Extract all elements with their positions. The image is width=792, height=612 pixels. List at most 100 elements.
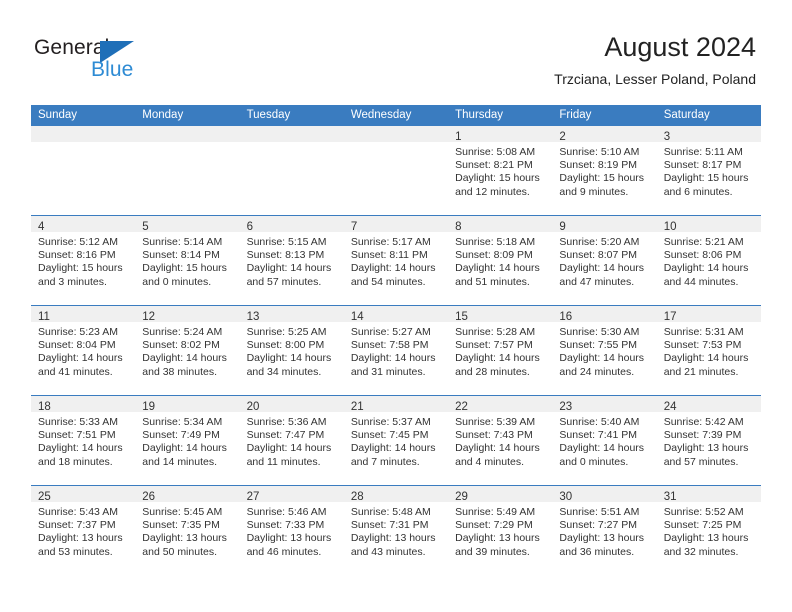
- day-number-band: [135, 126, 240, 142]
- general-blue-logo[interactable]: General Blue: [34, 36, 264, 92]
- day-cell[interactable]: 10 Sunrise: 5:21 AM Sunset: 8:06 PM Dayligh…: [656, 216, 761, 305]
- daylight-duration-line1: Daylight: 14 hours: [559, 262, 645, 275]
- day-cell[interactable]: 28 Sunrise: 5:48 AM Sunset: 7:31 PM Dayligh…: [343, 486, 449, 575]
- day-cell[interactable]: 18 Sunrise: 5:33 AM Sunset: 7:51 PM Dayligh…: [31, 396, 136, 485]
- sunset-time: Sunset: 7:35 PM: [142, 519, 220, 532]
- sunrise-time: Sunrise: 5:49 AM: [455, 506, 536, 518]
- sunset-time: Sunset: 8:17 PM: [663, 159, 742, 172]
- sunrise-time: Sunrise: 5:11 AM: [663, 146, 743, 158]
- day-cell[interactable]: 15 Sunrise: 5:28 AM Sunset: 7:57 PM Dayligh…: [448, 306, 553, 395]
- daylight-duration-line2: and 14 minutes.: [142, 455, 217, 468]
- weekday-header-sunday: Sunday: [38, 109, 78, 121]
- day-cell[interactable]: 7 Sunrise: 5:17 AM Sunset: 8:11 PM Daylight…: [343, 216, 449, 305]
- daylight-duration-line1: Daylight: 14 hours: [350, 262, 436, 275]
- day-cell[interactable]: 1 Sunrise: 5:08 AM Sunset: 8:21 PM Daylight…: [448, 126, 553, 215]
- day-number-band: 13: [239, 306, 344, 323]
- day-cell[interactable]: 6 Sunrise: 5:15 AM Sunset: 8:13 PM Daylight…: [239, 216, 344, 305]
- day-cell[interactable]: 14 Sunrise: 5:27 AM Sunset: 7:58 PM Dayligh…: [343, 306, 449, 395]
- day-cell[interactable]: 27 Sunrise: 5:46 AM Sunset: 7:33 PM Dayligh…: [239, 486, 344, 575]
- day-cell[interactable]: 22 Sunrise: 5:39 AM Sunset: 7:43 PM Dayligh…: [448, 396, 553, 485]
- sunset-time: Sunset: 7:53 PM: [663, 339, 742, 352]
- daylight-duration-line2: and 41 minutes.: [38, 365, 113, 378]
- day-cell[interactable]: 25 Sunrise: 5:43 AM Sunset: 7:37 PM Dayligh…: [31, 486, 136, 575]
- daylight-duration-line2: and 11 minutes.: [246, 455, 321, 468]
- day-cell[interactable]: 21 Sunrise: 5:37 AM Sunset: 7:45 PM Dayligh…: [343, 396, 449, 485]
- logo-text-general: General: [34, 36, 110, 59]
- day-number-band: [239, 126, 344, 142]
- sunset-time: Sunset: 7:39 PM: [663, 429, 742, 442]
- week-row: 4 Sunrise: 5:12 AM Sunset: 8:16 PM Daylight…: [31, 215, 761, 305]
- day-cell[interactable]: 29 Sunrise: 5:49 AM Sunset: 7:29 PM Dayligh…: [448, 486, 553, 575]
- sunset-time: Sunset: 8:09 PM: [455, 249, 533, 262]
- day-cell[interactable]: 20 Sunrise: 5:36 AM Sunset: 7:47 PM Dayligh…: [239, 396, 344, 485]
- daylight-duration-line2: and 3 minutes.: [38, 275, 107, 288]
- day-number: 4: [38, 221, 45, 233]
- day-cell[interactable]: 13 Sunrise: 5:25 AM Sunset: 8:00 PM Dayligh…: [239, 306, 344, 395]
- day-sun-info: Sunrise: 5:40 AM Sunset: 7:41 PM Daylight:…: [552, 412, 656, 469]
- day-number: 14: [350, 311, 364, 323]
- day-sun-info: Sunrise: 5:24 AM Sunset: 8:02 PM Daylight:…: [135, 322, 239, 379]
- day-number: 2: [559, 131, 566, 143]
- day-number-band: 1: [448, 126, 553, 143]
- sunrise-time: Sunrise: 5:34 AM: [142, 416, 223, 428]
- day-sun-info: Sunrise: 5:11 AM Sunset: 8:17 PM Daylight:…: [657, 142, 761, 199]
- sunset-time: Sunset: 7:57 PM: [455, 339, 533, 352]
- sunset-time: Sunset: 8:02 PM: [142, 339, 220, 352]
- sunset-time: Sunset: 7:45 PM: [350, 429, 429, 442]
- day-cell[interactable]: 16 Sunrise: 5:30 AM Sunset: 7:55 PM Dayligh…: [552, 306, 657, 395]
- day-cell[interactable]: 24 Sunrise: 5:42 AM Sunset: 7:39 PM Dayligh…: [656, 396, 761, 485]
- sunset-time: Sunset: 7:25 PM: [663, 519, 742, 532]
- sunrise-time: Sunrise: 5:51 AM: [559, 506, 640, 518]
- day-sun-info: Sunrise: 5:36 AM Sunset: 7:47 PM Daylight:…: [240, 412, 344, 469]
- day-cell[interactable]: 9 Sunrise: 5:20 AM Sunset: 8:07 PM Daylight…: [552, 216, 657, 305]
- day-number: 21: [350, 401, 364, 413]
- day-number: 5: [142, 221, 149, 233]
- day-number: 18: [38, 401, 51, 413]
- sunrise-time: Sunrise: 5:48 AM: [350, 506, 431, 518]
- daylight-duration-line1: Daylight: 13 hours: [663, 442, 749, 455]
- daylight-duration-line2: and 38 minutes.: [142, 365, 217, 378]
- daylight-duration-line1: Daylight: 14 hours: [350, 352, 436, 365]
- daylight-duration-line1: Daylight: 13 hours: [142, 532, 227, 545]
- day-number-band: 4: [31, 216, 136, 233]
- day-sun-info: Sunrise: 5:25 AM Sunset: 8:00 PM Daylight:…: [240, 322, 344, 379]
- day-number: 30: [559, 491, 573, 503]
- daylight-duration-line1: Daylight: 14 hours: [663, 262, 749, 275]
- day-cell[interactable]: 30 Sunrise: 5:51 AM Sunset: 7:27 PM Dayligh…: [552, 486, 657, 575]
- sunset-time: Sunset: 7:31 PM: [350, 519, 429, 532]
- day-cell[interactable]: 2 Sunrise: 5:10 AM Sunset: 8:19 PM Daylight…: [552, 126, 657, 215]
- day-sun-info: Sunrise: 5:08 AM Sunset: 8:21 PM Daylight:…: [448, 142, 552, 199]
- daylight-duration-line2: and 31 minutes.: [350, 365, 426, 378]
- day-cell[interactable]: 3 Sunrise: 5:11 AM Sunset: 8:17 PM Daylight…: [656, 126, 761, 215]
- sunset-time: Sunset: 7:58 PM: [350, 339, 429, 352]
- page-subtitle: Trzciana, Lesser Poland, Poland: [554, 71, 756, 87]
- day-cell[interactable]: 31 Sunrise: 5:52 AM Sunset: 7:25 PM Dayligh…: [656, 486, 761, 575]
- day-cell[interactable]: 12 Sunrise: 5:24 AM Sunset: 8:02 PM Dayligh…: [135, 306, 240, 395]
- day-sun-info: Sunrise: 5:42 AM Sunset: 7:39 PM Daylight:…: [657, 412, 761, 469]
- sunset-time: Sunset: 8:14 PM: [142, 249, 220, 262]
- day-cell[interactable]: 23 Sunrise: 5:40 AM Sunset: 7:41 PM Dayligh…: [552, 396, 657, 485]
- day-cell[interactable]: 5 Sunrise: 5:14 AM Sunset: 8:14 PM Daylight…: [135, 216, 240, 305]
- daylight-duration-line2: and 54 minutes.: [350, 275, 426, 288]
- weekday-header-tuesday: Tuesday: [246, 109, 291, 121]
- day-number-band: 16: [552, 306, 657, 323]
- day-cell[interactable]: 4 Sunrise: 5:12 AM Sunset: 8:16 PM Daylight…: [31, 216, 136, 305]
- day-cell-empty: [343, 126, 449, 215]
- daylight-duration-line2: and 44 minutes.: [663, 275, 739, 288]
- day-sun-info: Sunrise: 5:20 AM Sunset: 8:07 PM Daylight:…: [552, 232, 656, 289]
- day-sun-info: Sunrise: 5:49 AM Sunset: 7:29 PM Daylight:…: [448, 502, 552, 559]
- calendar-grid: Sunday Monday Tuesday Wednesday Thursday Frid…: [31, 105, 761, 575]
- sunrise-time: Sunrise: 5:21 AM: [663, 236, 744, 248]
- day-cell[interactable]: 19 Sunrise: 5:34 AM Sunset: 7:49 PM Dayligh…: [135, 396, 240, 485]
- daylight-duration-line1: Daylight: 14 hours: [455, 352, 540, 365]
- day-number: 19: [142, 401, 156, 413]
- day-cell[interactable]: 17 Sunrise: 5:31 AM Sunset: 7:53 PM Dayligh…: [656, 306, 761, 395]
- daylight-duration-line2: and 39 minutes.: [455, 545, 530, 558]
- day-cell[interactable]: 11 Sunrise: 5:23 AM Sunset: 8:04 PM Dayligh…: [31, 306, 136, 395]
- day-sun-info: Sunrise: 5:46 AM Sunset: 7:33 PM Daylight:…: [240, 502, 344, 559]
- day-cell[interactable]: 26 Sunrise: 5:45 AM Sunset: 7:35 PM Dayligh…: [135, 486, 240, 575]
- daylight-duration-line1: Daylight: 15 hours: [38, 262, 123, 275]
- day-cell[interactable]: 8 Sunrise: 5:18 AM Sunset: 8:09 PM Daylight…: [448, 216, 553, 305]
- day-number-band: 22: [448, 396, 553, 413]
- day-number: 12: [142, 311, 156, 323]
